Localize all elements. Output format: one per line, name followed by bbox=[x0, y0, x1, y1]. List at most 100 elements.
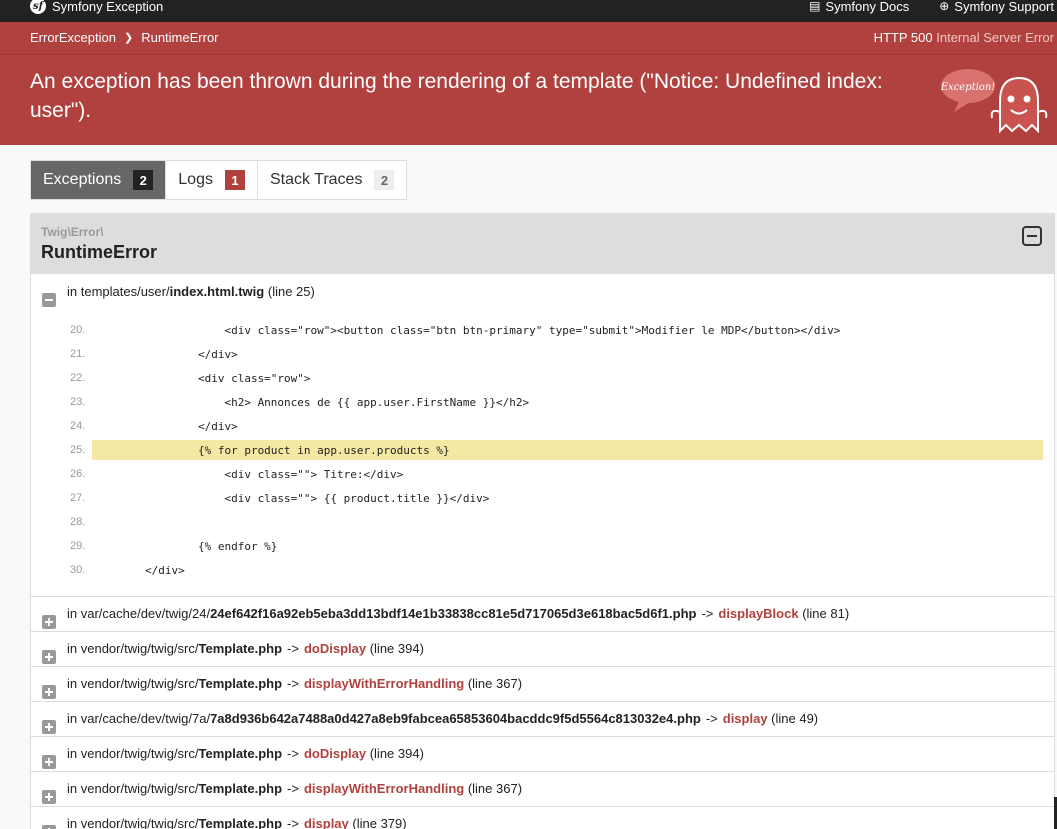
line-number: 21. bbox=[70, 348, 86, 360]
code-source: <div class="row"> bbox=[92, 372, 311, 385]
plus-square-icon[interactable] bbox=[42, 825, 56, 829]
trace-item[interactable]: in var/cache/dev/twig/7a/7a8d936b642a748… bbox=[31, 702, 1054, 737]
http-status: HTTP 500 Internal Server Error bbox=[874, 30, 1054, 45]
trace-path: in vendor/twig/twig/src/ bbox=[67, 641, 199, 656]
symfony-support-label: Symfony Support bbox=[954, 0, 1054, 14]
plus-square-icon[interactable] bbox=[42, 720, 56, 734]
trace-function[interactable]: display bbox=[304, 816, 349, 829]
code-source: </div> bbox=[92, 420, 238, 433]
code-line: 28. bbox=[31, 510, 1054, 534]
line-number: 29. bbox=[70, 540, 86, 552]
plus-square-icon[interactable] bbox=[42, 650, 56, 664]
trace-arrow: -> bbox=[287, 676, 299, 691]
plus-square-icon[interactable] bbox=[42, 685, 56, 699]
code-line: 30. </div> bbox=[31, 558, 1054, 582]
code-source: {% endfor %} bbox=[92, 540, 278, 553]
trace-file: index.html.twig bbox=[169, 284, 265, 299]
trace-file: Template.php bbox=[198, 781, 283, 796]
exception-ghost-icon: Exception! bbox=[940, 69, 1048, 134]
code-line: 26. <div class=""> Titre:</div> bbox=[31, 462, 1054, 486]
exception-header: Twig\Error\ RuntimeError bbox=[31, 214, 1054, 274]
code-source: <div class="row"><button class="btn btn-… bbox=[92, 324, 841, 337]
trace-file: Template.php bbox=[198, 746, 283, 761]
status-text: Internal Server Error bbox=[936, 30, 1054, 45]
tab-logs[interactable]: Logs 1 bbox=[166, 161, 258, 199]
symfony-docs-link[interactable]: ▤ Symfony Docs bbox=[809, 0, 909, 14]
trace-file: 7a8d936b642a7488a0d427a8eb9fabcea6585360… bbox=[210, 711, 701, 726]
trace-file: Template.php bbox=[198, 676, 283, 691]
tab-exceptions-label: Exceptions bbox=[43, 171, 122, 188]
code-source: <div class=""> Titre:</div> bbox=[92, 468, 404, 481]
trace-arrow: -> bbox=[705, 711, 718, 726]
trace-item-expanded[interactable]: in templates/user/index.html.twig (line … bbox=[31, 274, 1054, 597]
trace-item[interactable]: in vendor/twig/twig/src/Template.php -> do… bbox=[31, 737, 1054, 772]
code-excerpt: 20. <div class="row"><button class="btn … bbox=[31, 318, 1054, 582]
brand[interactable]: sf Symfony Exception bbox=[30, 0, 163, 17]
plus-square-icon[interactable] bbox=[42, 615, 56, 629]
trace-location: in vendor/twig/twig/src/Template.php -> di… bbox=[67, 781, 522, 796]
tab-exceptions[interactable]: Exceptions 2 bbox=[31, 161, 167, 199]
trace-path: in vendor/twig/twig/src/ bbox=[67, 816, 199, 829]
trace-line: (line 49) bbox=[771, 711, 819, 726]
trace-arrow: -> bbox=[287, 781, 299, 796]
trace-location: in vendor/twig/twig/src/Template.php -> di… bbox=[67, 676, 522, 691]
line-number: 27. bbox=[70, 492, 86, 504]
exception-namespace: Twig\Error\ bbox=[41, 225, 104, 239]
collapse-toggle-icon[interactable] bbox=[1022, 226, 1042, 246]
trace-item[interactable]: in var/cache/dev/twig/24/24ef642f16a92eb… bbox=[31, 597, 1054, 632]
plus-square-icon[interactable] bbox=[42, 755, 56, 769]
line-number: 25. bbox=[70, 444, 86, 456]
code-source bbox=[92, 512, 1043, 532]
trace-file: 24ef642f16a92eb5eba3dd13bdf14e1b33838cc8… bbox=[210, 606, 697, 621]
trace-location: in templates/user/index.html.twig (line … bbox=[67, 284, 315, 299]
symfony-docs-label: Symfony Docs bbox=[825, 0, 910, 14]
trace-arrow: -> bbox=[287, 641, 299, 656]
tab-stack-traces-label: Stack Traces bbox=[269, 171, 363, 188]
trace-line: (line 379) bbox=[352, 816, 407, 829]
symfony-support-link[interactable]: ⊕ Symfony Support bbox=[939, 0, 1054, 14]
trace-path: in vendor/twig/twig/src/ bbox=[67, 746, 199, 761]
code-source: </div> bbox=[92, 564, 185, 577]
code-source: {% for product in app.user.products %} bbox=[92, 440, 1043, 460]
code-line: 24. </div> bbox=[31, 414, 1054, 438]
brand-label: Symfony Exception bbox=[52, 0, 164, 14]
breadcrumb-exception: ErrorException bbox=[30, 30, 116, 45]
trace-function[interactable]: displayWithErrorHandling bbox=[304, 781, 464, 796]
status-code: HTTP 500 bbox=[873, 30, 933, 45]
trace-item[interactable]: in vendor/twig/twig/src/Template.php -> di… bbox=[31, 807, 1054, 829]
exception-message: An exception has been thrown during the … bbox=[30, 70, 883, 122]
breadcrumb: ErrorException ❯ RuntimeError bbox=[30, 30, 219, 45]
plus-square-icon[interactable] bbox=[42, 790, 56, 804]
trace-file: Template.php bbox=[198, 816, 283, 829]
minus-square-icon[interactable] bbox=[42, 293, 56, 307]
trace-function[interactable]: doDisplay bbox=[304, 641, 366, 656]
symfony-logo-icon: sf bbox=[30, 0, 46, 14]
trace-path: in vendor/twig/twig/src/ bbox=[67, 781, 199, 796]
trace-list: in var/cache/dev/twig/24/24ef642f16a92eb… bbox=[31, 597, 1054, 829]
trace-function[interactable]: displayWithErrorHandling bbox=[304, 676, 464, 691]
chevron-right-icon: ❯ bbox=[123, 32, 134, 44]
trace-file: Template.php bbox=[198, 641, 283, 656]
code-line: 29. {% endfor %} bbox=[31, 534, 1054, 558]
trace-function[interactable]: doDisplay bbox=[304, 746, 366, 761]
tab-stack-traces[interactable]: Stack Traces 2 bbox=[258, 161, 406, 199]
code-line: 20. <div class="row"><button class="btn … bbox=[31, 318, 1054, 342]
code-line: 25. {% for product in app.user.products … bbox=[31, 438, 1054, 462]
top-bar: sf Symfony Exception ▤ Symfony Docs ⊕ Sy… bbox=[0, 0, 1057, 22]
breadcrumb-runtime-error: RuntimeError bbox=[141, 30, 219, 45]
trace-line: (line 394) bbox=[369, 746, 424, 761]
trace-location: in var/cache/dev/twig/7a/7a8d936b642a748… bbox=[67, 711, 818, 726]
trace-function[interactable]: displayBlock bbox=[718, 606, 798, 621]
trace-function[interactable]: display bbox=[723, 711, 768, 726]
trace-item[interactable]: in vendor/twig/twig/src/Template.php -> di… bbox=[31, 772, 1054, 807]
tab-bar: Exceptions 2 Logs 1 Stack Traces 2 bbox=[30, 160, 408, 200]
exception-class: RuntimeError bbox=[41, 242, 158, 262]
trace-item[interactable]: in vendor/twig/twig/src/Template.php -> do… bbox=[31, 632, 1054, 667]
book-icon: ▤ bbox=[809, 0, 821, 13]
trace-line: (line 81) bbox=[802, 606, 850, 621]
lifebuoy-icon: ⊕ bbox=[939, 0, 950, 13]
trace-location: in var/cache/dev/twig/24/24ef642f16a92eb… bbox=[67, 606, 849, 621]
exception-panel: Twig\Error\ RuntimeError in templates/us… bbox=[30, 213, 1055, 829]
trace-item[interactable]: in vendor/twig/twig/src/Template.php -> di… bbox=[31, 667, 1054, 702]
trace-path: in var/cache/dev/twig/24/ bbox=[67, 606, 211, 621]
